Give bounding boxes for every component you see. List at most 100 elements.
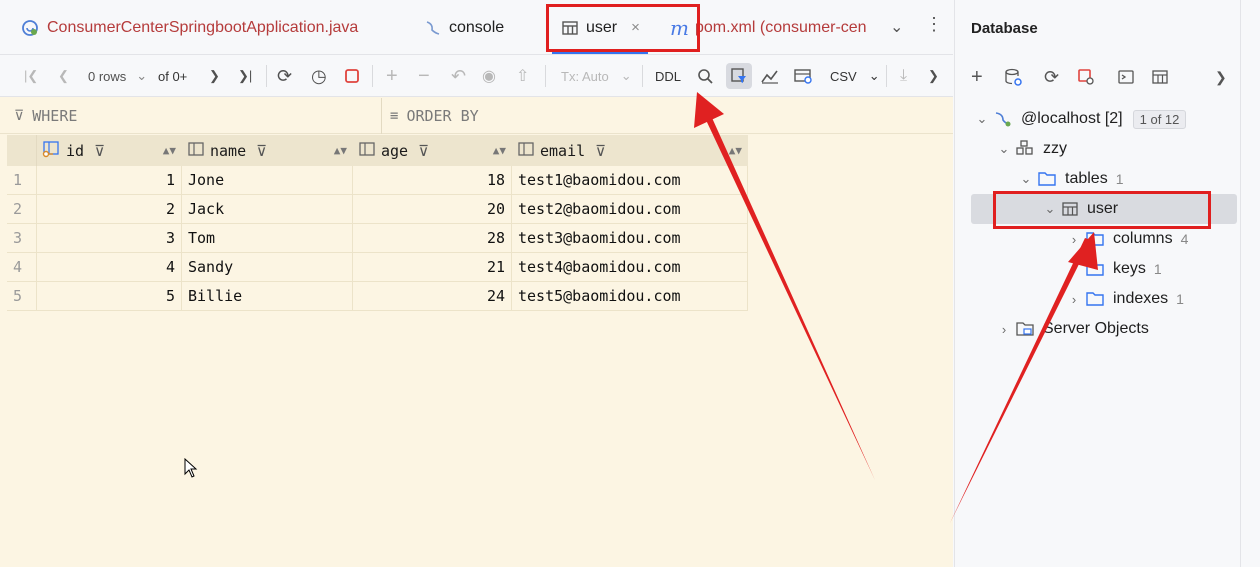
chevron-right-icon[interactable]: › bbox=[1063, 232, 1085, 247]
tab-java-file[interactable]: ConsumerCenterSpringbootApplication.java bbox=[20, 0, 358, 55]
tree-node-tables[interactable]: ⌄ tables 1 bbox=[1015, 164, 1124, 194]
table-row[interactable]: 4 4 Sandy 21 test4@baomidou.com bbox=[7, 253, 748, 282]
ddl-button[interactable]: DDL bbox=[655, 55, 681, 97]
column-header-email[interactable]: email ⊽ ▲▼ bbox=[512, 135, 748, 166]
filter-icon[interactable]: ⊽ bbox=[595, 142, 606, 160]
add-row-icon[interactable]: + bbox=[386, 55, 398, 97]
columns-count: 4 bbox=[1180, 231, 1189, 247]
sort-icon[interactable]: ▲▼ bbox=[334, 144, 347, 157]
cell-age[interactable]: 28 bbox=[353, 224, 512, 253]
filter-icon[interactable]: ⊽ bbox=[418, 142, 429, 160]
cell-id[interactable]: 3 bbox=[37, 224, 182, 253]
data-editor-icon[interactable] bbox=[793, 55, 813, 97]
chevron-right-icon[interactable]: › bbox=[993, 322, 1015, 337]
chevron-down-icon[interactable]: ⌄ bbox=[890, 17, 903, 37]
transaction-mode-dropdown[interactable]: Tx: Auto ⌄ bbox=[561, 55, 632, 97]
cell-email[interactable]: test3@baomidou.com bbox=[512, 224, 748, 253]
order-by-filter[interactable]: ≡ ORDER BY bbox=[390, 107, 479, 125]
keys-label: keys bbox=[1113, 260, 1146, 277]
right-tool-strip bbox=[1240, 0, 1260, 567]
column-header-name[interactable]: name ⊽ ▲▼ bbox=[182, 135, 353, 166]
filter-view-icon[interactable] bbox=[726, 63, 752, 89]
sort-icon[interactable]: ▲▼ bbox=[729, 144, 742, 157]
chevron-right-icon[interactable]: ❯ bbox=[928, 55, 939, 97]
filter-icon: ⊽ bbox=[14, 108, 25, 124]
submit-icon[interactable]: ⇧ bbox=[516, 55, 529, 97]
cell-email[interactable]: test1@baomidou.com bbox=[512, 166, 748, 195]
next-page-icon[interactable]: ❯ bbox=[209, 55, 220, 97]
sort-icon[interactable]: ▲▼ bbox=[493, 144, 506, 157]
column-header-id[interactable]: id ⊽ ▲▼ bbox=[37, 135, 182, 166]
tree-node-keys[interactable]: keys 1 bbox=[1063, 254, 1162, 284]
chevron-right-icon[interactable]: ❯ bbox=[1215, 60, 1227, 94]
table-row[interactable]: 1 1 Jone 18 test1@baomidou.com bbox=[7, 166, 748, 195]
cell-name[interactable]: Jack bbox=[182, 195, 353, 224]
cell-email[interactable]: test5@baomidou.com bbox=[512, 282, 748, 311]
delete-row-icon[interactable]: − bbox=[418, 55, 430, 97]
tab-console[interactable]: console bbox=[424, 0, 504, 55]
sort-icon[interactable]: ▲▼ bbox=[163, 144, 176, 157]
tree-node-server-objects[interactable]: › Server Objects bbox=[993, 314, 1149, 344]
cell-email[interactable]: test2@baomidou.com bbox=[512, 195, 748, 224]
row-number: 1 bbox=[7, 166, 37, 195]
tree-node-schema[interactable]: ⌄ zzy bbox=[993, 134, 1067, 164]
data-source-properties-icon[interactable] bbox=[1003, 60, 1023, 94]
table-icon[interactable] bbox=[1151, 60, 1169, 94]
tree-node-host[interactable]: ⌄ @localhost [2] 1 of 12 bbox=[971, 104, 1187, 134]
tree-node-indexes[interactable]: › indexes 1 bbox=[1063, 284, 1184, 314]
table-row[interactable]: 5 5 Billie 24 test5@baomidou.com bbox=[7, 282, 748, 311]
preview-icon[interactable]: ◉ bbox=[482, 55, 496, 97]
stop-icon[interactable] bbox=[344, 55, 360, 97]
indexes-label: indexes bbox=[1113, 290, 1169, 307]
cell-name[interactable]: Tom bbox=[182, 224, 353, 253]
export-format-dropdown[interactable]: CSV ⌄ bbox=[830, 55, 880, 97]
where-filter[interactable]: ⊽ WHERE bbox=[14, 107, 77, 125]
search-icon[interactable] bbox=[697, 55, 714, 97]
cell-age[interactable]: 24 bbox=[353, 282, 512, 311]
more-vertical-icon[interactable]: ⋮ bbox=[925, 14, 943, 35]
disconnect-icon[interactable] bbox=[1077, 60, 1095, 94]
rows-total: of 0+ bbox=[158, 68, 188, 84]
cell-age[interactable]: 20 bbox=[353, 195, 512, 224]
filter-icon[interactable]: ⊽ bbox=[256, 142, 267, 160]
cell-name[interactable]: Sandy bbox=[182, 253, 353, 282]
schema-count-badge[interactable]: 1 of 12 bbox=[1132, 109, 1187, 129]
add-icon[interactable]: + bbox=[971, 60, 983, 94]
rows-selector[interactable]: 0 rows ⌄ bbox=[88, 55, 147, 97]
columns-label: columns bbox=[1113, 230, 1173, 247]
cell-age[interactable]: 18 bbox=[353, 166, 512, 195]
column-name: age bbox=[381, 141, 409, 160]
cell-id[interactable]: 1 bbox=[37, 166, 182, 195]
chevron-down-icon[interactable]: ⌄ bbox=[971, 111, 993, 127]
refresh-icon[interactable]: ⟳ bbox=[277, 55, 292, 97]
filter-icon[interactable]: ⊽ bbox=[94, 142, 105, 160]
cell-id[interactable]: 5 bbox=[37, 282, 182, 311]
refresh-icon[interactable]: ⟳ bbox=[1044, 60, 1059, 94]
console-icon bbox=[424, 19, 442, 37]
chart-icon[interactable] bbox=[760, 55, 780, 97]
cell-id[interactable]: 2 bbox=[37, 195, 182, 224]
previous-page-icon[interactable]: ❮ bbox=[58, 55, 69, 97]
cell-name[interactable]: Jone bbox=[182, 166, 353, 195]
tables-label: tables bbox=[1065, 170, 1108, 187]
chevron-down-icon[interactable]: ⌄ bbox=[993, 141, 1015, 157]
jump-to-console-icon[interactable] bbox=[1117, 60, 1135, 94]
cell-email[interactable]: test4@baomidou.com bbox=[512, 253, 748, 282]
history-icon[interactable]: ◷ bbox=[311, 55, 327, 97]
row-number: 5 bbox=[7, 282, 37, 311]
undo-icon[interactable]: ↶ bbox=[451, 55, 466, 97]
column-header-age[interactable]: age ⊽ ▲▼ bbox=[353, 135, 512, 166]
grid-header: id ⊽ ▲▼ name ⊽ ▲▼ age ⊽ ▲▼ email ⊽ ▲▼ bbox=[7, 135, 748, 166]
table-row[interactable]: 2 2 Jack 20 test2@baomidou.com bbox=[7, 195, 748, 224]
first-page-icon[interactable]: |❮ bbox=[24, 55, 38, 97]
download-icon[interactable]: ⤓ bbox=[900, 55, 907, 97]
cell-age[interactable]: 21 bbox=[353, 253, 512, 282]
database-panel: Database + ⟳ ❯ ⌄ @localhost [2] 1 of 12 … bbox=[954, 0, 1240, 567]
chevron-right-icon[interactable]: › bbox=[1063, 292, 1085, 307]
chevron-down-icon[interactable]: ⌄ bbox=[1015, 171, 1037, 187]
cell-name[interactable]: Billie bbox=[182, 282, 353, 311]
order-by-label: ORDER BY bbox=[406, 107, 479, 125]
last-page-icon[interactable]: ❯| bbox=[238, 55, 252, 97]
table-row[interactable]: 3 3 Tom 28 test3@baomidou.com bbox=[7, 224, 748, 253]
cell-id[interactable]: 4 bbox=[37, 253, 182, 282]
